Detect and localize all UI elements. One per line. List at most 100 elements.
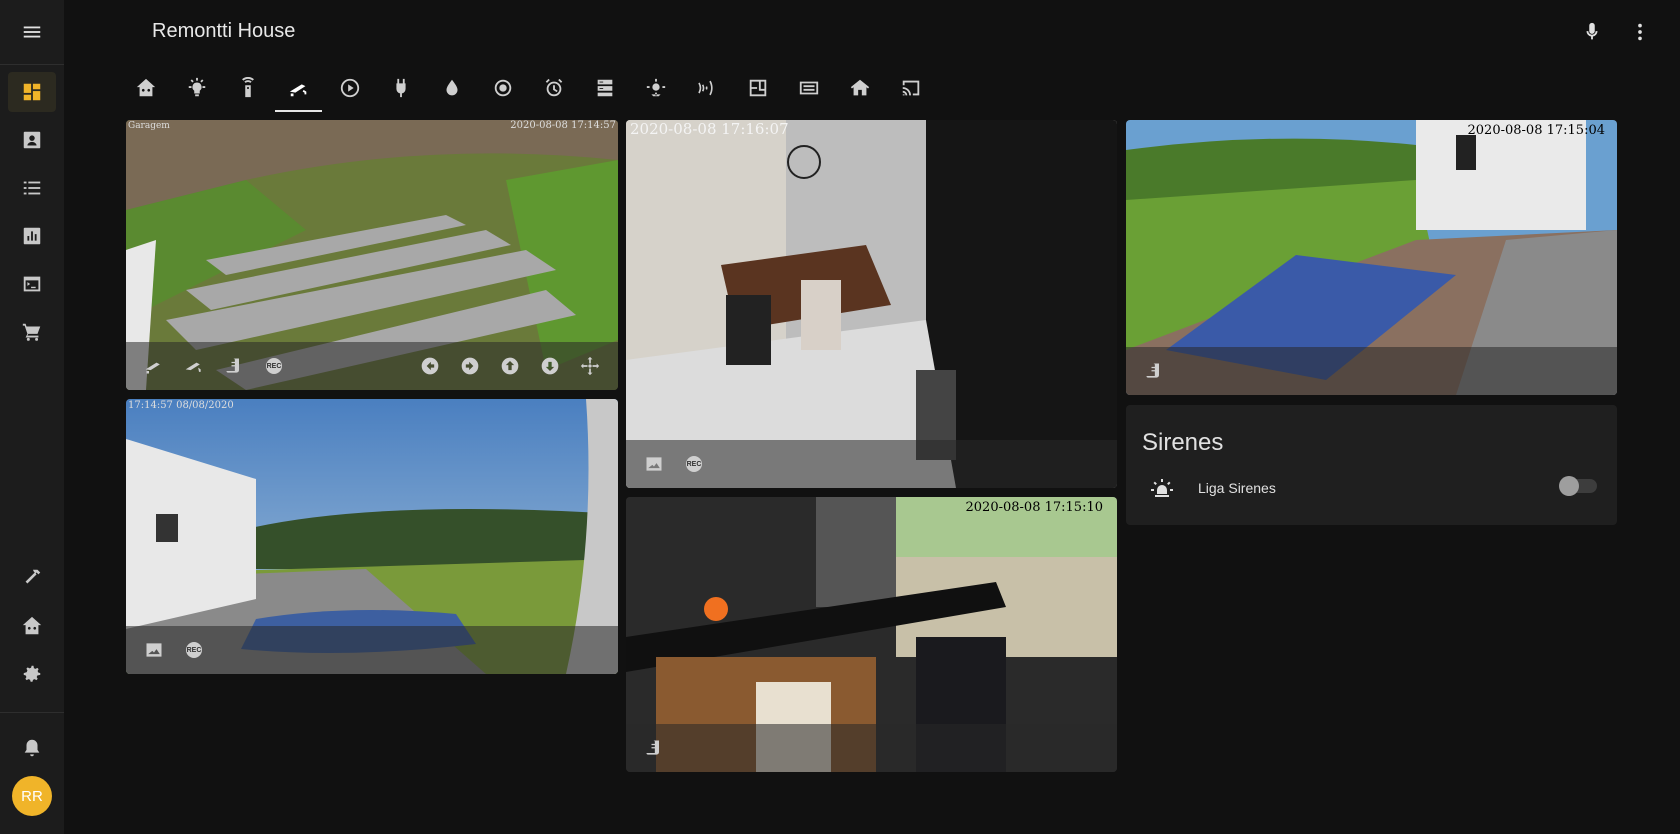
camera-timestamp: 2020-08-08 17:15:04 (1467, 123, 1605, 138)
camera-controls (1126, 347, 1617, 395)
tab-weather[interactable] (630, 64, 681, 112)
tab-automation[interactable] (528, 64, 579, 112)
tab-media[interactable] (324, 64, 375, 112)
tab-cast[interactable] (885, 64, 936, 112)
cctv-icon (289, 84, 306, 97)
menu-button[interactable] (0, 0, 64, 64)
cam-left-button[interactable] (142, 354, 166, 378)
record-icon: REC (266, 358, 282, 374)
voice-button[interactable] (1580, 20, 1604, 44)
bell-icon (24, 739, 40, 757)
camera-cozinha[interactable]: 2020-08-08 17:15:10 (626, 497, 1117, 772)
tab-house[interactable] (834, 64, 885, 112)
sidebar-item-history[interactable] (8, 216, 56, 256)
script-icon (226, 358, 239, 373)
server-icon (597, 79, 612, 97)
hammer-icon (25, 569, 41, 584)
tab-remote[interactable] (222, 64, 273, 112)
tab-wifi[interactable] (681, 64, 732, 112)
page-title: Remontti House (152, 20, 296, 42)
camera-controls: REC (626, 440, 1117, 488)
tab-power[interactable] (375, 64, 426, 112)
arrow-down-circle-icon (541, 357, 559, 375)
sidebar-item-shop[interactable] (8, 312, 56, 352)
camera-image (626, 120, 1117, 488)
tab-devices[interactable] (783, 64, 834, 112)
sirenes-toggle[interactable] (1559, 476, 1597, 496)
cctv-icon (185, 362, 201, 372)
camera-piscina[interactable]: 2020-08-08 17:15:04 (1126, 120, 1617, 395)
sidebar-item-map[interactable] (8, 120, 56, 160)
arrow-left-circle-icon (421, 357, 439, 375)
chart-box-icon (23, 227, 41, 245)
camera-timestamp: 17:14:57 08/08/2020 (128, 400, 234, 411)
home-assistant-icon (136, 78, 155, 97)
arrow-right-circle-icon (461, 357, 479, 375)
tab-cameras[interactable] (273, 64, 324, 112)
sidebar-divider (0, 64, 64, 65)
cart-icon (22, 323, 41, 341)
dots-vertical-icon (1638, 23, 1642, 41)
record-icon: REC (686, 456, 702, 472)
camera-timestamp: 2020-08-08 17:14:57 (510, 120, 616, 131)
camera-sala[interactable]: 2020-08-08 17:16:07 REC (626, 120, 1117, 488)
sidebar-item-terminal[interactable] (8, 264, 56, 304)
alarm-icon (545, 78, 562, 97)
record-icon: REC (186, 642, 202, 658)
cam-record-button[interactable]: REC (182, 638, 206, 662)
power-plug-icon (395, 78, 406, 98)
console-icon (23, 276, 41, 292)
cam-right-button[interactable] (182, 354, 206, 378)
sidebar-item-supervisor[interactable] (8, 606, 56, 646)
avatar[interactable]: RR (12, 776, 52, 816)
tab-network[interactable] (477, 64, 528, 112)
sidebar-item-settings[interactable] (8, 654, 56, 694)
pan-right-button[interactable] (458, 354, 482, 378)
tab-logs[interactable] (579, 64, 630, 112)
camera-timestamp: 2020-08-08 17:15:10 (965, 500, 1103, 515)
top-bar: Remontti House (64, 0, 1680, 64)
cam-log-button[interactable] (1142, 359, 1166, 383)
tab-water[interactable] (426, 64, 477, 112)
image-icon (146, 643, 162, 657)
cam-record-button[interactable]: REC (262, 354, 286, 378)
menu-icon (23, 26, 41, 38)
more-options-button[interactable] (1628, 20, 1652, 44)
cam-record-button[interactable]: REC (682, 452, 706, 476)
camera-timestamp: 2020-08-08 17:16:07 (630, 120, 789, 138)
entity-row[interactable]: Liga Sirenes (1142, 469, 1601, 509)
cam-log-button[interactable] (222, 354, 246, 378)
cam-log-button[interactable] (642, 736, 666, 760)
account-box-icon (23, 131, 41, 149)
tab-floorplan[interactable] (732, 64, 783, 112)
sidebar-item-logbook[interactable] (8, 168, 56, 208)
gear-icon (23, 665, 41, 682)
camera-garagem[interactable]: Garagem 2020-08-08 17:14:57 REC (126, 120, 618, 390)
camera-frente[interactable]: 17:14:57 08/08/2020 REC (126, 399, 618, 674)
sirenes-card: Sirenes Liga Sirenes (1126, 405, 1617, 525)
arrow-up-circle-icon (501, 357, 519, 375)
dashboard-icon (23, 83, 41, 101)
network-icon (494, 79, 511, 97)
pan-icon (580, 356, 600, 376)
sidebar-item-overview[interactable] (8, 72, 56, 112)
sidebar-item-notifications[interactable] (8, 728, 56, 768)
image-icon (646, 457, 662, 471)
toggle-knob (1559, 476, 1579, 496)
sidebar-item-developer-tools[interactable] (8, 558, 56, 598)
camera-name-overlay: Garagem (128, 121, 170, 131)
devices-icon (799, 81, 818, 95)
tilt-down-button[interactable] (538, 354, 562, 378)
tab-lights[interactable] (171, 64, 222, 112)
cctv-icon (145, 362, 160, 374)
cam-snapshot-button[interactable] (642, 452, 666, 476)
pan-left-button[interactable] (418, 354, 442, 378)
sidebar-divider (0, 712, 64, 713)
home-position-button[interactable] (578, 354, 602, 378)
tilt-up-button[interactable] (498, 354, 522, 378)
tab-home[interactable] (120, 64, 171, 112)
cam-snapshot-button[interactable] (142, 638, 166, 662)
floor-plan-icon (749, 79, 766, 97)
entity-name: Liga Sirenes (1198, 480, 1276, 496)
card-title: Sirenes (1142, 429, 1224, 456)
